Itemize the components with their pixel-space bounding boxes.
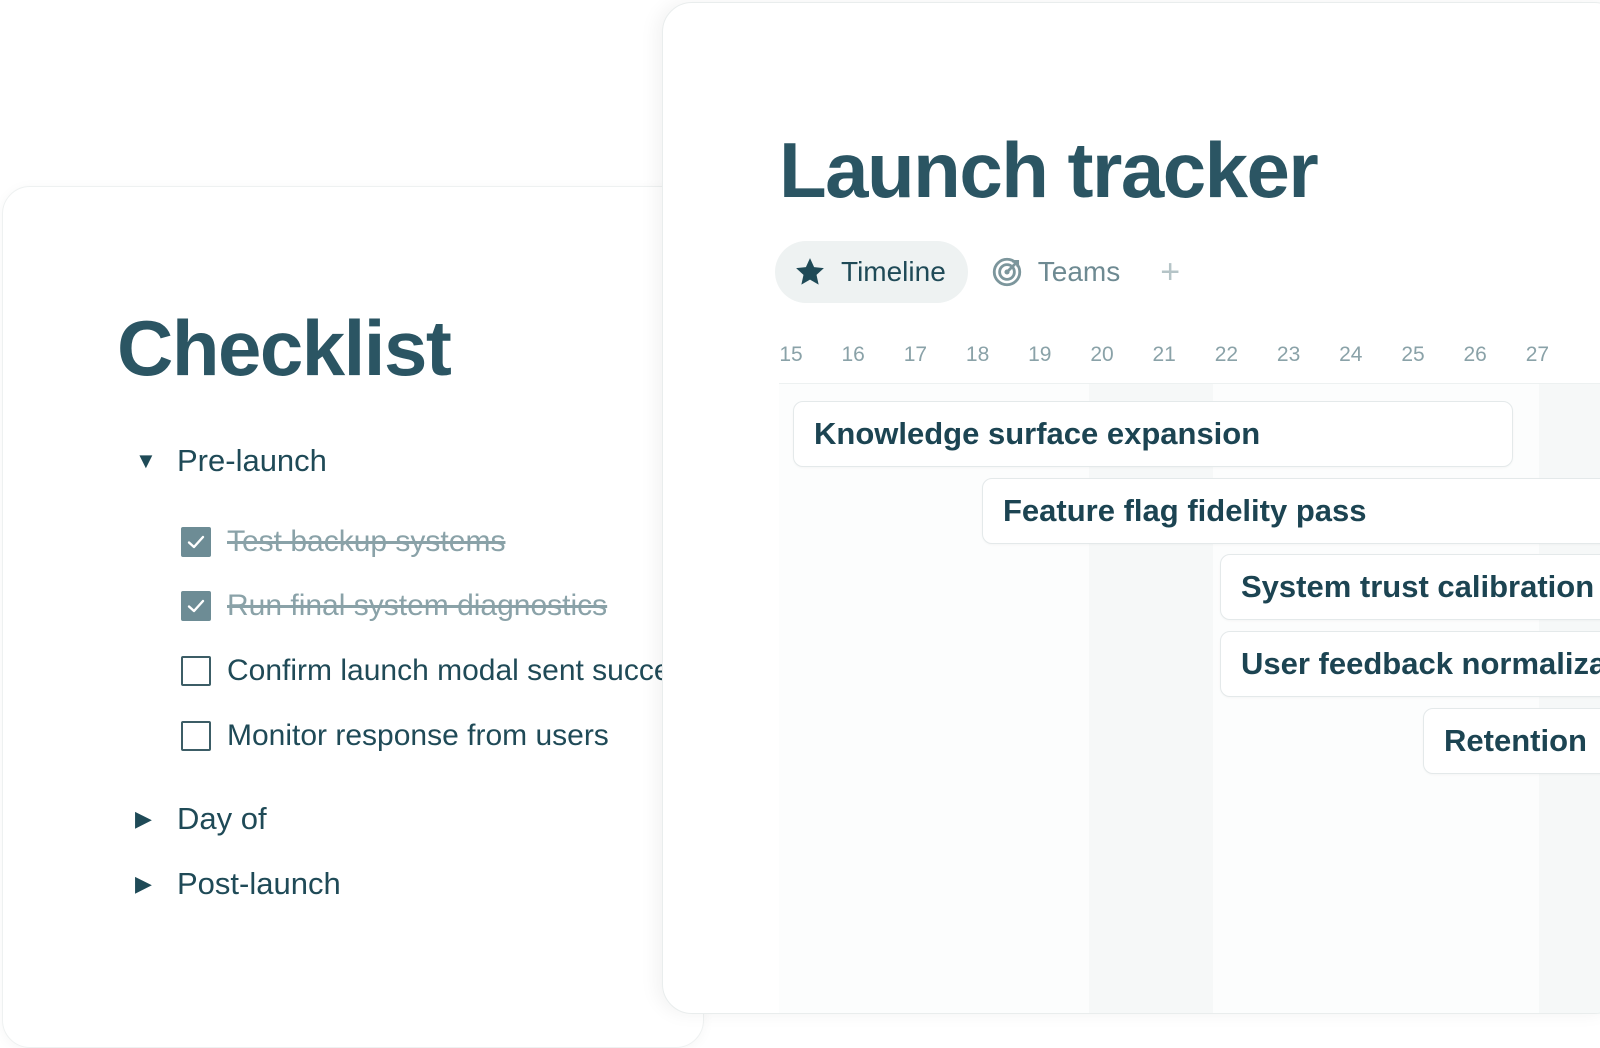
- section-post-launch[interactable]: ▶ Post-launch: [135, 866, 341, 902]
- day-label: 18: [965, 343, 990, 366]
- timeline: 15 16 17 18 19 20 21 22 23 24 25 26 27 Knowledge sur…: [779, 335, 1600, 1013]
- tab-label: Timeline: [841, 256, 946, 287]
- task-bar-label: Knowledge surface expansion: [814, 416, 1261, 451]
- check-icon: [187, 599, 205, 613]
- day-label: 20: [1090, 343, 1114, 366]
- caret-right-icon[interactable]: ▶: [135, 806, 165, 832]
- checkbox-checked[interactable]: [181, 591, 211, 621]
- day-label: 21: [1152, 343, 1176, 366]
- target-icon: [990, 255, 1024, 289]
- task-bar-label: Feature flag fidelity pass: [1003, 493, 1367, 528]
- add-tab-button[interactable]: +: [1160, 255, 1180, 289]
- task-item[interactable]: Monitor response from users: [181, 719, 609, 753]
- checkbox-checked[interactable]: [181, 527, 211, 557]
- day-header: 15 16 17 18 19 20 21 22 23 24 25 26 27: [779, 335, 1600, 381]
- task-bar-label: Retention: [1444, 723, 1587, 758]
- tab-timeline[interactable]: Timeline: [775, 241, 968, 303]
- task-label: Run final system diagnostics: [227, 589, 608, 622]
- tracker-title: Launch tracker: [779, 126, 1319, 214]
- day-label: 27: [1525, 343, 1550, 366]
- task-label: Monitor response from users: [227, 719, 609, 752]
- day-label: 25: [1401, 343, 1425, 366]
- day-label: 17: [903, 343, 928, 366]
- section-day-of[interactable]: ▶ Day of: [135, 801, 267, 837]
- day-label: 23: [1276, 343, 1301, 366]
- caret-down-icon[interactable]: ▼: [135, 448, 165, 474]
- section-label: Day of: [177, 801, 267, 836]
- task-bar-label: User feedback normalization: [1241, 646, 1600, 681]
- checkbox-unchecked[interactable]: [181, 656, 211, 686]
- checklist-panel: Checklist ▼ Pre-launch Test backup syste…: [2, 186, 704, 1048]
- section-pre-launch[interactable]: ▼ Pre-launch: [135, 443, 327, 479]
- task-label: Confirm launch modal sent successfully: [227, 654, 704, 687]
- task-item[interactable]: Test backup systems: [181, 525, 505, 559]
- task-bar-label: System trust calibration: [1241, 569, 1595, 604]
- star-icon: [793, 255, 827, 289]
- view-tabs: Timeline Teams +: [775, 241, 1180, 303]
- day-label: 15: [779, 343, 803, 366]
- day-label: 22: [1214, 343, 1239, 366]
- tab-label: Teams: [1037, 256, 1121, 287]
- timeline-task-bar[interactable]: Knowledge surface expansion: [793, 401, 1513, 467]
- checkbox-unchecked[interactable]: [181, 721, 211, 751]
- launch-tracker-panel: Launch tracker Timeline Teams + 15 16 17…: [662, 2, 1600, 1014]
- timeline-task-bar[interactable]: User feedback normalization: [1220, 631, 1600, 697]
- day-label: 24: [1339, 343, 1363, 366]
- tab-teams[interactable]: Teams: [972, 241, 1142, 303]
- section-label: Post-launch: [177, 866, 341, 901]
- task-item[interactable]: Run final system diagnostics: [181, 589, 607, 623]
- check-icon: [187, 535, 205, 549]
- section-label: Pre-launch: [177, 443, 327, 478]
- caret-right-icon[interactable]: ▶: [135, 871, 165, 897]
- day-label: 19: [1028, 343, 1052, 366]
- checklist-title: Checklist: [117, 304, 452, 392]
- timeline-task-bar[interactable]: System trust calibration: [1220, 554, 1600, 620]
- timeline-task-bar[interactable]: Retention: [1423, 708, 1600, 774]
- task-label: Test backup systems: [227, 525, 506, 558]
- divider: [779, 383, 1600, 384]
- timeline-task-bar[interactable]: Feature flag fidelity pass: [982, 478, 1600, 544]
- task-item[interactable]: Confirm launch modal sent successfully: [181, 654, 704, 688]
- day-label: 26: [1463, 343, 1487, 366]
- day-label: 16: [841, 343, 865, 366]
